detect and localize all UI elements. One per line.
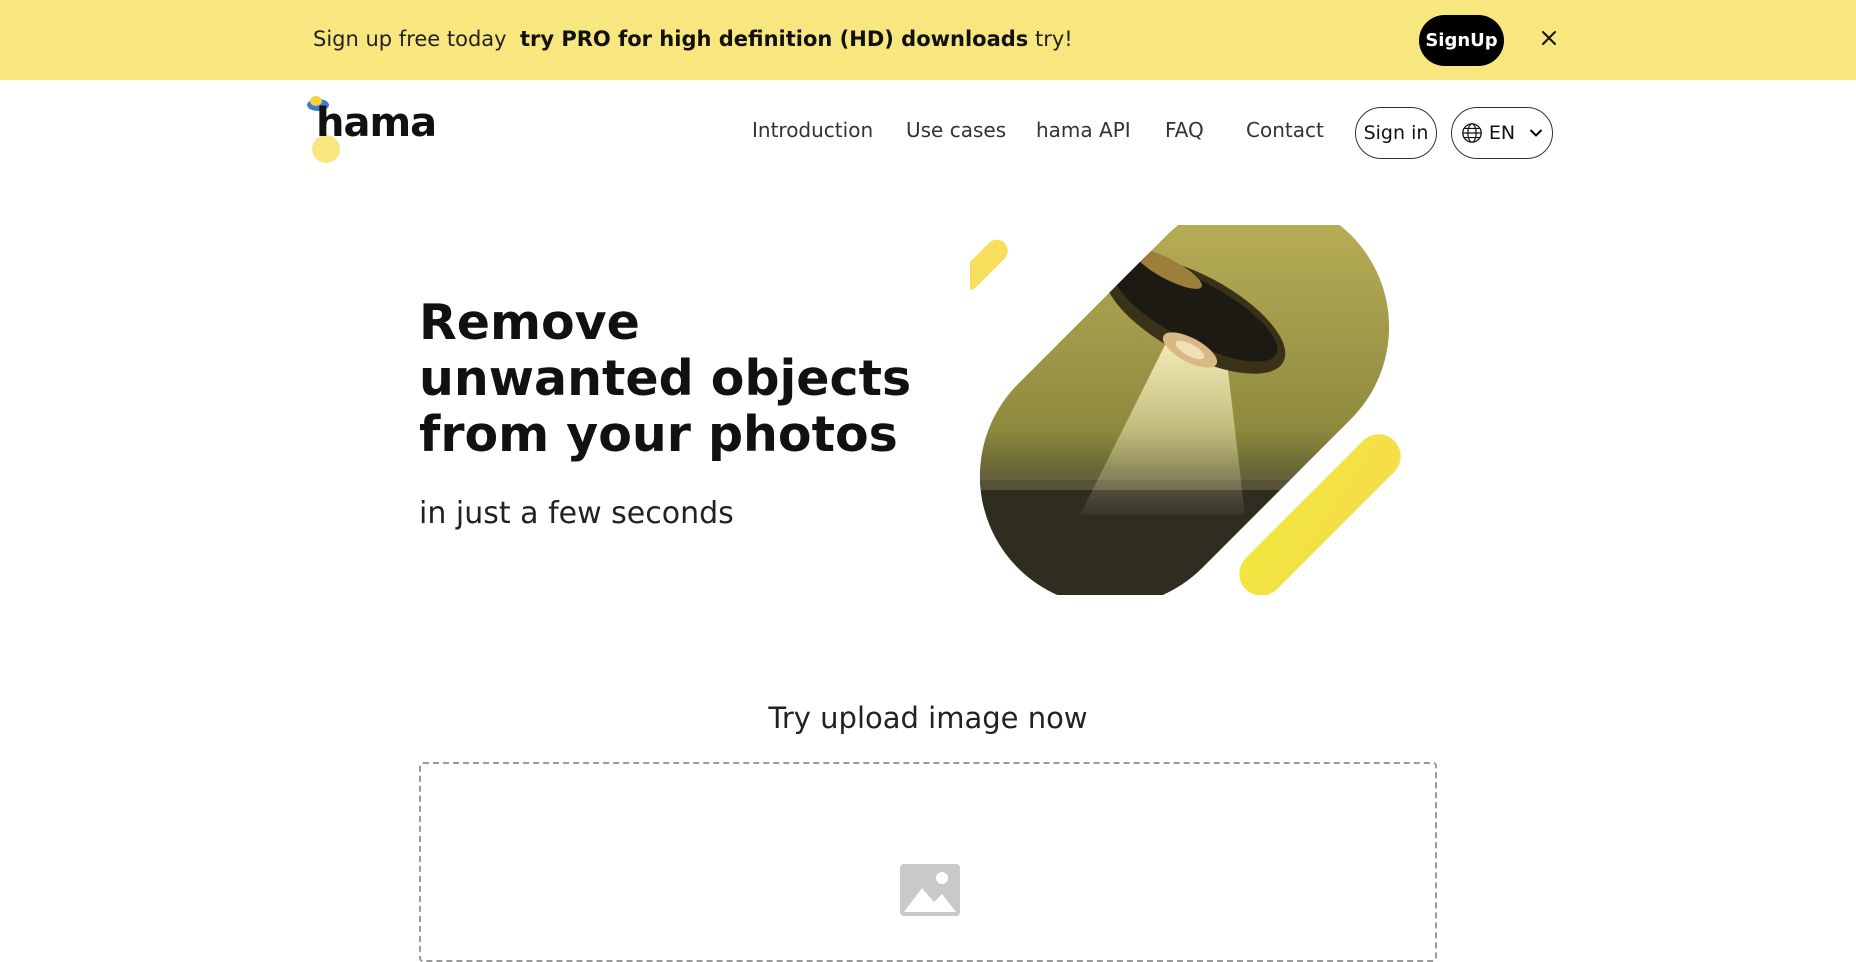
logo-text: hama: [316, 100, 437, 146]
hero-title-line-2: unwanted objects: [419, 350, 914, 407]
promo-text: Sign up free today try PRO for high defi…: [313, 27, 1073, 51]
nav-faq[interactable]: FAQ: [1165, 118, 1204, 142]
hero-title-line-3: from your photos: [419, 406, 898, 463]
upload-dropzone[interactable]: [419, 762, 1437, 962]
nav-use-cases[interactable]: Use cases: [906, 118, 1006, 142]
close-icon[interactable]: [1536, 25, 1562, 51]
nav-contact[interactable]: Contact: [1246, 118, 1324, 142]
logo[interactable]: hama: [302, 90, 437, 163]
hero-ufo-illustration: [970, 225, 1401, 595]
hero-subtitle: in just a few seconds: [419, 496, 734, 531]
hero-title-line-1: Remove: [419, 294, 640, 351]
hero-highlight: unwanted objects: [419, 350, 914, 407]
signup-button[interactable]: SignUp: [1419, 15, 1504, 66]
image-icon: [900, 864, 960, 916]
promo-lead: Sign up free today: [313, 27, 507, 51]
language-selector[interactable]: EN: [1451, 107, 1553, 159]
promo-bold: try PRO for high definition (HD) downloa…: [519, 27, 1029, 51]
sign-in-button[interactable]: Sign in: [1355, 107, 1437, 159]
promo-tail: try!: [1035, 27, 1073, 51]
globe-icon: [1462, 123, 1482, 143]
nav-hama-api[interactable]: hama API: [1036, 118, 1131, 142]
upload-title: Try upload image now: [768, 701, 1088, 735]
promo-banner: Sign up free today try PRO for high defi…: [0, 0, 1856, 80]
language-label: EN: [1488, 122, 1516, 144]
nav-introduction[interactable]: Introduction: [752, 118, 873, 142]
chevron-down-icon: [1530, 129, 1543, 137]
